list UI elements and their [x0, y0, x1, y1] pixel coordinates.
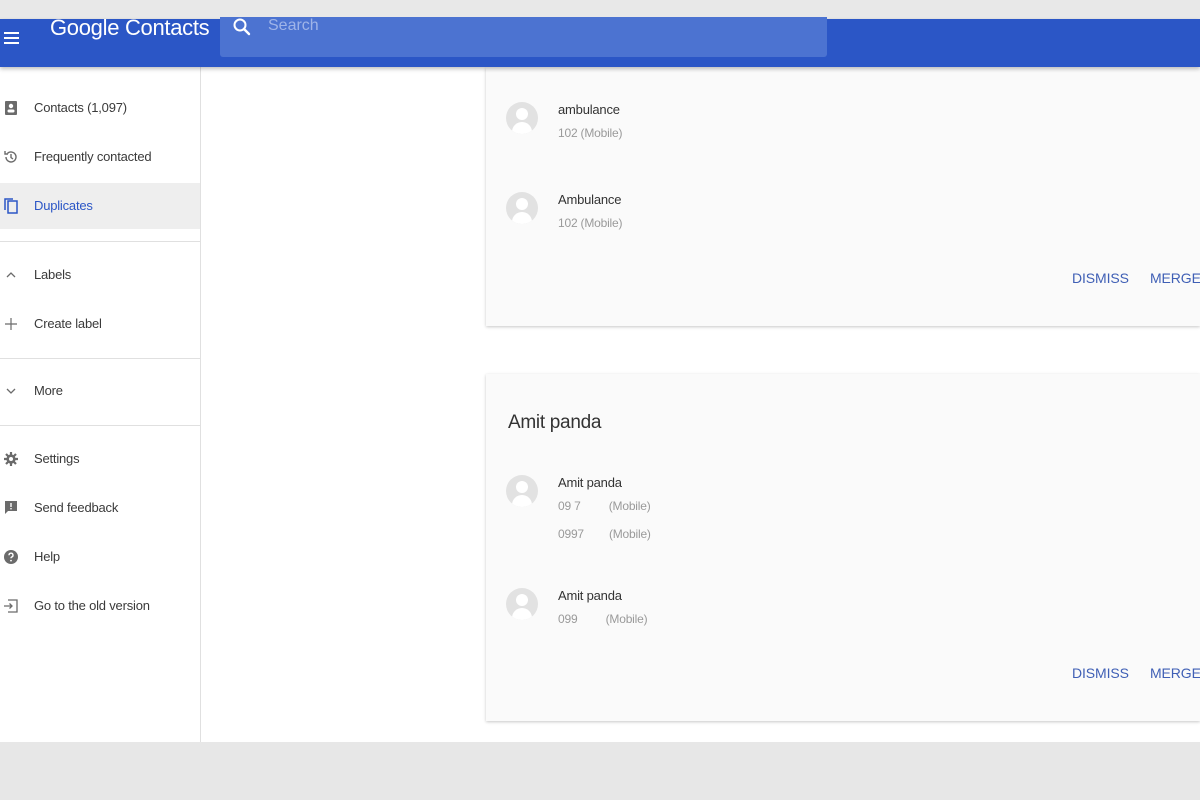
dismiss-button[interactable]: DISMISS — [1072, 665, 1129, 681]
feedback-icon — [5, 501, 17, 514]
help-icon — [4, 550, 18, 564]
search-box[interactable] — [220, 15, 827, 57]
sidebar-item-help[interactable]: Help — [0, 534, 200, 580]
page-background-bottom — [0, 742, 1200, 800]
contact-name: ambulance — [558, 102, 620, 117]
sidebar-item-label: Settings — [34, 451, 80, 466]
sidebar-item-label: Frequently contacted — [34, 149, 152, 164]
contact-entry[interactable]: ambulance 102 (Mobile) — [506, 102, 906, 162]
sidebar-item-more[interactable]: More — [0, 368, 200, 414]
contact-name: Amit panda — [558, 475, 622, 490]
avatar — [506, 475, 538, 507]
exit-icon — [4, 599, 18, 613]
contact-name: Amit panda — [558, 588, 622, 603]
duplicates-icon — [4, 198, 18, 214]
sidebar-item-create-label[interactable]: Create label — [0, 301, 200, 347]
chevron-up-icon — [6, 272, 16, 278]
sidebar-item-send-feedback[interactable]: Send feedback — [0, 485, 200, 531]
card-title: Amit panda — [508, 412, 602, 433]
avatar — [506, 588, 538, 620]
search-input[interactable] — [266, 15, 810, 37]
sidebar-item-label: Help — [34, 549, 60, 564]
chevron-down-icon — [6, 388, 16, 394]
contact-entry[interactable]: Ambulance 102 (Mobile) — [506, 192, 906, 252]
sidebar-item-label: More — [34, 383, 63, 398]
sidebar-item-label: Create label — [34, 316, 102, 331]
avatar — [506, 192, 538, 224]
sidebar: Contacts (1,097) Frequently contacted Du… — [0, 67, 201, 742]
avatar — [506, 102, 538, 134]
sidebar-item-old-version[interactable]: Go to the old version — [0, 583, 200, 629]
app-bar: Google Contacts — [0, 15, 1200, 67]
sidebar-item-labels[interactable]: Labels — [0, 252, 200, 298]
main-content: ambulance 102 (Mobile) Ambulance 102 (Mo… — [201, 67, 1200, 742]
sidebar-item-label: Contacts (1,097) — [34, 100, 127, 115]
sidebar-item-label: Send feedback — [34, 500, 119, 515]
contact-name: Ambulance — [558, 192, 622, 207]
sidebar-item-duplicates[interactable]: Duplicates — [0, 183, 200, 229]
contacts-icon — [5, 101, 17, 115]
app-title: Google Contacts — [50, 15, 210, 40]
contact-phone: 102 (Mobile) — [558, 216, 623, 230]
sidebar-item-label: Go to the old version — [34, 598, 150, 613]
sidebar-item-settings[interactable]: Settings — [0, 436, 200, 482]
sidebar-item-contacts[interactable]: Contacts (1,097) — [0, 85, 200, 131]
contact-phone: 099 (Mobile) — [558, 612, 648, 626]
divider — [0, 241, 200, 242]
menu-icon[interactable] — [4, 29, 24, 51]
divider — [0, 425, 200, 426]
sidebar-item-frequently-contacted[interactable]: Frequently contacted — [0, 134, 200, 180]
sidebar-item-label: Duplicates — [34, 198, 93, 213]
divider — [0, 358, 200, 359]
duplicate-card: Amit panda Amit panda 09 7 (Mobile) 0997… — [486, 374, 1200, 721]
plus-icon — [5, 318, 17, 330]
merge-button[interactable]: MERGE — [1150, 665, 1200, 681]
contact-entry[interactable]: Amit panda 099 (Mobile) — [506, 588, 906, 648]
contact-phone: 102 (Mobile) — [558, 126, 623, 140]
contact-entry[interactable]: Amit panda 09 7 (Mobile) 0997 (Mobile) — [506, 475, 906, 541]
search-icon — [233, 18, 251, 36]
contact-phone: 09 7 (Mobile) — [558, 499, 651, 513]
history-icon — [4, 151, 17, 163]
dismiss-button[interactable]: DISMISS — [1072, 270, 1129, 286]
gear-icon — [4, 452, 18, 466]
merge-button[interactable]: MERGE — [1150, 270, 1200, 286]
contact-phone: 0997 (Mobile) — [558, 527, 651, 541]
duplicate-card: ambulance 102 (Mobile) Ambulance 102 (Mo… — [486, 67, 1200, 326]
sidebar-item-label: Labels — [34, 267, 72, 282]
